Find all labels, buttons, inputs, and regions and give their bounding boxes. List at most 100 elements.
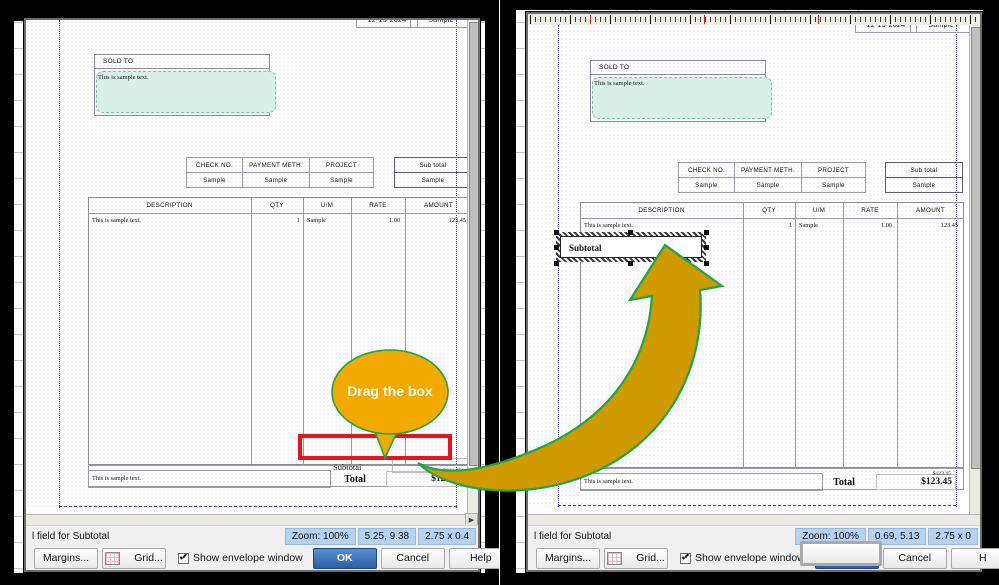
subtotal-field-label-right: Subtotal bbox=[569, 243, 602, 253]
date-field-right[interactable]: 12-15-2024 bbox=[855, 25, 917, 33]
status-message-left: l field for Subtotal bbox=[32, 530, 110, 542]
margins-button-left[interactable]: Margins... bbox=[34, 547, 98, 569]
subtotal-selection-frame[interactable]: Subtotal bbox=[556, 232, 706, 262]
margins-button-right[interactable]: Margins... bbox=[536, 547, 600, 569]
date-sample-field[interactable]: Sample bbox=[410, 20, 472, 28]
grid-button-right[interactable]: Grid... bbox=[604, 547, 668, 569]
canvas-vertical-scrollbar-right[interactable] bbox=[969, 25, 980, 515]
table-header-qty-right: QTY bbox=[762, 207, 776, 214]
cancel-label: Cancel bbox=[396, 552, 430, 564]
project-value-right[interactable]: Sample bbox=[801, 177, 866, 193]
table-cell-um-right[interactable]: Sample bbox=[797, 220, 843, 231]
selection-handle-tl[interactable] bbox=[554, 230, 559, 235]
canvas-vertical-scrollbar-left[interactable] bbox=[467, 20, 478, 515]
table-col-sep-2r bbox=[795, 202, 796, 468]
selection-handle-ml[interactable] bbox=[554, 245, 559, 250]
canvas-vscroll-thumb-left[interactable] bbox=[469, 22, 478, 466]
table-header-description-right: DESCRIPTION bbox=[638, 207, 685, 214]
total-label-right: Total bbox=[833, 476, 855, 488]
cancel-button-left[interactable]: Cancel bbox=[380, 547, 445, 569]
help-button-right[interactable]: H bbox=[950, 547, 999, 569]
selection-handle-mr[interactable] bbox=[704, 245, 709, 250]
checkbox-icon-right[interactable] bbox=[680, 552, 691, 564]
table-cell-qty-right[interactable]: 1 bbox=[743, 220, 795, 231]
date-field[interactable]: 12-15-2024 bbox=[356, 20, 418, 28]
table-header-um: U/M bbox=[320, 202, 334, 209]
table-cell-amount[interactable]: 123.45 bbox=[405, 215, 469, 226]
grid-label: Grid... bbox=[134, 552, 163, 564]
check-no-header-right: CHECK NO. bbox=[678, 162, 735, 178]
mask-side-right-r bbox=[983, 0, 999, 585]
selection-handle-br[interactable] bbox=[704, 261, 709, 266]
selection-handle-bl[interactable] bbox=[554, 261, 559, 266]
margin-guide-left bbox=[59, 20, 60, 508]
table-cell-description[interactable]: This is sample text. bbox=[90, 215, 250, 226]
payment-method-value-right[interactable]: Sample bbox=[734, 177, 802, 193]
table-cell-um[interactable]: Sample bbox=[305, 215, 351, 226]
project-header-right: PROJECT bbox=[801, 162, 866, 178]
status-size-right: 2.75 x 0 bbox=[928, 527, 978, 545]
status-bar-right: l field for Subtotal Zoom: 100% 0.69, 5.… bbox=[528, 525, 980, 546]
dialog-button-bar-right: Margins... Grid... Show envelope window … bbox=[528, 546, 999, 570]
dialog-canvas-right: 12-15-2024 Sample SOLD TO This is sample… bbox=[528, 14, 980, 526]
help-button-left[interactable]: Help bbox=[448, 547, 499, 569]
dialog-button-bar-left: Margins... Grid... Show envelope window … bbox=[26, 546, 499, 570]
status-coords-left: 5.25, 9.38 bbox=[357, 527, 417, 545]
ok-button-left[interactable]: OK bbox=[312, 547, 377, 569]
ok-button-highlight-rect bbox=[800, 541, 882, 566]
footer-text: This is sample text. bbox=[92, 474, 141, 482]
sold-to-text-right: This is sample text. bbox=[594, 79, 645, 87]
payment-method-value[interactable]: Sample bbox=[242, 172, 310, 188]
sold-to-text: This is sample text. bbox=[98, 73, 149, 81]
status-zoom-left[interactable]: Zoom: 100% bbox=[284, 527, 356, 545]
table-cell-rate-right[interactable]: 1.00 bbox=[843, 220, 895, 231]
sub-total-value[interactable]: Sample bbox=[394, 172, 472, 188]
table-col-sep-3r bbox=[843, 202, 844, 468]
canvas-vscroll-thumb-right[interactable] bbox=[971, 27, 980, 469]
mask-top-right bbox=[500, 0, 999, 10]
mask-bottom-left bbox=[0, 573, 499, 585]
table-header-um-right: U/M bbox=[812, 207, 826, 214]
check-no-value-right[interactable]: Sample bbox=[678, 177, 735, 193]
sub-total-header: Sub total bbox=[394, 157, 472, 173]
table-cell-rate[interactable]: 1.00 bbox=[351, 215, 403, 226]
margin-guide-bottom bbox=[59, 490, 457, 507]
callout-bubble-text: Drag the box bbox=[347, 383, 433, 400]
grid-button-left[interactable]: Grid... bbox=[102, 547, 166, 569]
table-cell-description-right[interactable]: This is sample text. bbox=[582, 220, 742, 231]
payment-method-header: PAYMENT METH. bbox=[242, 157, 310, 173]
project-header: PROJECT bbox=[309, 157, 374, 173]
checkbox-icon[interactable] bbox=[178, 552, 189, 564]
date-sample-field-right[interactable]: Sample bbox=[910, 25, 972, 33]
sub-total-header-right: Sub total bbox=[885, 162, 963, 178]
footer-text-right: This is sample text. bbox=[584, 477, 633, 485]
cancel-button-right[interactable]: Cancel bbox=[882, 547, 947, 569]
table-header-amount: AMOUNT bbox=[423, 202, 454, 209]
show-envelope-label-right: Show envelope window bbox=[695, 552, 805, 564]
selection-handle-tr[interactable] bbox=[704, 230, 709, 235]
grid-icon bbox=[105, 551, 121, 565]
grid-icon-right bbox=[607, 551, 623, 565]
status-message-right: l field for Subtotal bbox=[534, 530, 612, 542]
table-header-separator-right bbox=[580, 218, 964, 219]
sub-total-value-right[interactable]: Sample bbox=[885, 177, 963, 193]
selection-handle-tm[interactable] bbox=[628, 230, 633, 235]
show-envelope-checkbox-left[interactable]: Show envelope window bbox=[178, 552, 303, 564]
table-header-rate: RATE bbox=[369, 202, 387, 209]
sold-to-label: SOLD TO bbox=[94, 54, 270, 69]
table-header-rate-right: RATE bbox=[861, 207, 879, 214]
right-panel: 12-15-2024 Sample SOLD TO This is sample… bbox=[500, 0, 999, 585]
envelope-dialog-left: 12-15-2024 Sample SOLD TO This is sample… bbox=[24, 18, 499, 572]
subtotal-field-moved[interactable]: Subtotal bbox=[560, 236, 702, 258]
status-size-left: 2.75 x 0.4 bbox=[418, 527, 476, 545]
check-no-header: CHECK NO. bbox=[186, 157, 243, 173]
check-no-value[interactable]: Sample bbox=[186, 172, 243, 188]
table-cell-amount-right[interactable]: 123.45 bbox=[897, 220, 961, 231]
table-col-sep-4r bbox=[897, 202, 898, 468]
table-cell-qty[interactable]: 1 bbox=[251, 215, 303, 226]
selection-handle-bm[interactable] bbox=[628, 261, 633, 266]
show-envelope-checkbox-right[interactable]: Show envelope window bbox=[680, 552, 805, 564]
project-value[interactable]: Sample bbox=[309, 172, 374, 188]
margins-label-right: Margins... bbox=[544, 552, 592, 564]
table-header-amount-right: AMOUNT bbox=[915, 207, 946, 214]
